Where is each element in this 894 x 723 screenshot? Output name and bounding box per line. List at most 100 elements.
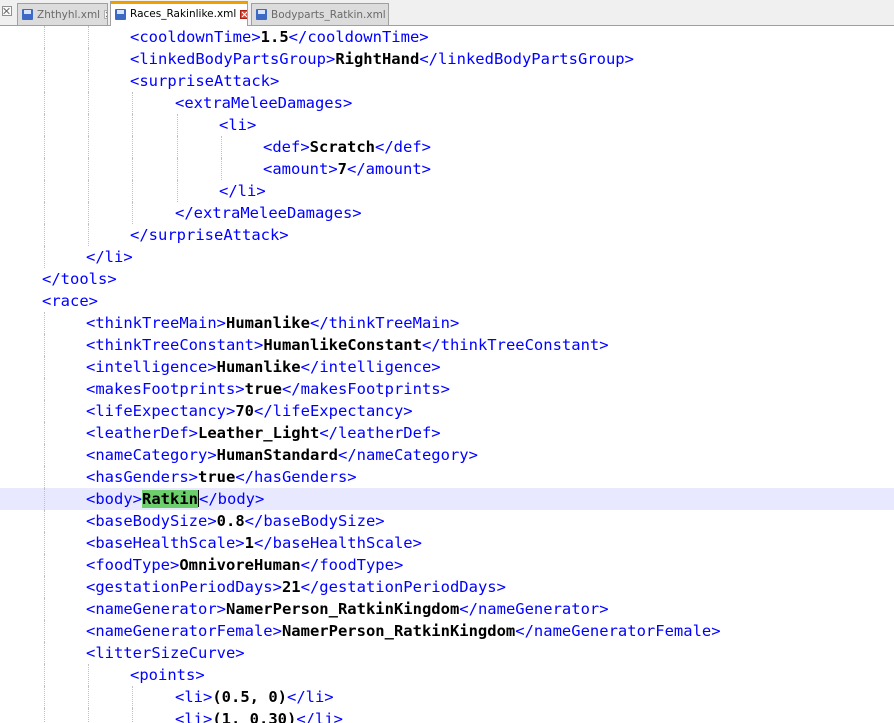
element-value: OmnivoreHuman (179, 556, 301, 574)
code-text: <def>Scratch</def> (263, 136, 431, 158)
code-line[interactable]: <litterSizeCurve> (0, 642, 894, 664)
code-line[interactable]: <nameCategory>HumanStandard</nameCategor… (0, 444, 894, 466)
open-tag: <nameGenerator> (86, 600, 226, 618)
open-tag: </li> (86, 248, 133, 266)
code-line[interactable]: <lifeExpectancy>70</lifeExpectancy> (0, 400, 894, 422)
code-line[interactable]: <li>(1, 0.30)</li> (0, 708, 894, 723)
code-line[interactable]: <points> (0, 664, 894, 686)
code-line[interactable]: <baseHealthScale>1</baseHealthScale> (0, 532, 894, 554)
element-value: HumanStandard (216, 446, 338, 464)
close-all-icon[interactable] (2, 6, 12, 16)
code-line[interactable]: <race> (0, 290, 894, 312)
open-tag: <cooldownTime> (130, 28, 261, 46)
indent-guide (221, 158, 222, 180)
code-text: <nameCategory>HumanStandard</nameCategor… (86, 444, 478, 466)
code-text: <gestationPeriodDays>21</gestationPeriod… (86, 576, 506, 598)
code-text: <baseBodySize>0.8</baseBodySize> (86, 510, 385, 532)
open-tag: <thinkTreeMain> (86, 314, 226, 332)
code-line[interactable]: <def>Scratch</def> (0, 136, 894, 158)
indent-guide (44, 158, 45, 180)
code-line[interactable]: <nameGenerator>NamerPerson_RatkinKingdom… (0, 598, 894, 620)
indent-guide (88, 664, 89, 686)
code-line[interactable]: <foodType>OmnivoreHuman</foodType> (0, 554, 894, 576)
code-line[interactable]: <intelligence>Humanlike</intelligence> (0, 356, 894, 378)
open-tag: </tools> (42, 270, 117, 288)
indent-guide (88, 70, 89, 92)
indent-guide (44, 708, 45, 723)
open-tag: <linkedBodyPartsGroup> (130, 50, 336, 68)
code-line[interactable]: <li>(0.5, 0)</li> (0, 686, 894, 708)
indent-guide (44, 48, 45, 70)
code-line[interactable]: <amount>7</amount> (0, 158, 894, 180)
code-line[interactable]: <surpriseAttack> (0, 70, 894, 92)
code-line[interactable]: </tools> (0, 268, 894, 290)
code-line[interactable]: </extraMeleeDamages> (0, 202, 894, 224)
code-line[interactable]: <leatherDef>Leather_Light</leatherDef> (0, 422, 894, 444)
tab-races-rakinlike[interactable]: Races_Rakinlike.xml (110, 1, 248, 26)
code-text: <intelligence>Humanlike</intelligence> (86, 356, 441, 378)
close-tag: </hasGenders> (235, 468, 357, 486)
code-line[interactable]: <thinkTreeMain>Humanlike</thinkTreeMain> (0, 312, 894, 334)
code-line[interactable]: <extraMeleeDamages> (0, 92, 894, 114)
element-value: true (244, 380, 282, 398)
code-text: <linkedBodyPartsGroup>RightHand</linkedB… (130, 48, 634, 70)
open-tag: <def> (263, 138, 310, 156)
close-tag: </baseBodySize> (244, 512, 385, 530)
indent-guide (132, 708, 133, 723)
code-text: <li> (219, 114, 256, 136)
element-value: 1 (244, 534, 254, 552)
indent-guide (177, 180, 178, 202)
code-line[interactable]: <hasGenders>true</hasGenders> (0, 466, 894, 488)
code-line[interactable]: <nameGeneratorFemale>NamerPerson_RatkinK… (0, 620, 894, 642)
tab-bodyparts-ratkin[interactable]: Bodyparts_Ratkin.xml (251, 3, 389, 25)
code-line[interactable]: <thinkTreeConstant>HumanlikeConstant</th… (0, 334, 894, 356)
open-tag: <intelligence> (86, 358, 217, 376)
element-value: 21 (281, 578, 301, 596)
code-line[interactable]: </surpriseAttack> (0, 224, 894, 246)
code-line[interactable]: </li> (0, 246, 894, 268)
code-line[interactable]: <linkedBodyPartsGroup>RightHand</linkedB… (0, 48, 894, 70)
open-tag: <amount> (263, 160, 338, 178)
code-line[interactable]: <baseBodySize>0.8</baseBodySize> (0, 510, 894, 532)
indent-guide (44, 378, 45, 400)
indent-guide (177, 158, 178, 180)
code-text: <thinkTreeConstant>HumanlikeConstant</th… (86, 334, 609, 356)
element-value: NamerPerson_RatkinKingdom (281, 622, 516, 640)
open-tag: <litterSizeCurve> (86, 644, 245, 662)
close-tag: </cooldownTime> (288, 28, 429, 46)
open-tag: <lifeExpectancy> (86, 402, 236, 420)
element-value: (0.5, 0) (212, 688, 287, 706)
open-tag: <li> (175, 710, 213, 723)
open-tag: <li> (175, 688, 213, 706)
code-line[interactable]: <makesFootprints>true</makesFootprints> (0, 378, 894, 400)
code-line[interactable]: <body>Ratkin</body> (0, 488, 894, 510)
code-text: </li> (86, 246, 133, 268)
code-line[interactable]: <cooldownTime>1.5</cooldownTime> (0, 26, 894, 48)
close-tag: </li> (286, 688, 334, 706)
tab-close-icon[interactable] (104, 10, 107, 19)
code-line[interactable]: <li> (0, 114, 894, 136)
indent-guide (177, 114, 178, 136)
tab-zhthyhl[interactable]: Zhthyhl.xml (17, 3, 108, 25)
code-line[interactable]: <gestationPeriodDays>21</gestationPeriod… (0, 576, 894, 598)
open-tag: </surpriseAttack> (130, 226, 289, 244)
open-tag: <nameCategory> (86, 446, 217, 464)
element-value: (1, 0.30) (212, 710, 297, 723)
code-text: <li>(0.5, 0)</li> (175, 686, 334, 708)
tab-close-icon[interactable] (240, 9, 247, 19)
indent-guide (221, 136, 222, 158)
close-tag: </body> (199, 490, 265, 508)
indent-guide (88, 224, 89, 246)
indent-guide (44, 180, 45, 202)
element-value: Humanlike (216, 358, 301, 376)
indent-guide (132, 92, 133, 114)
close-tag: </linkedBodyPartsGroup> (419, 50, 634, 68)
indent-guide (44, 246, 45, 268)
indent-guide (44, 26, 45, 48)
code-text: </surpriseAttack> (130, 224, 289, 246)
code-line[interactable]: </li> (0, 180, 894, 202)
code-text: <extraMeleeDamages> (175, 92, 352, 114)
indent-guide (44, 620, 45, 642)
code-editor[interactable]: <cooldownTime>1.5</cooldownTime> <linkedB… (0, 26, 894, 723)
indent-guide (44, 686, 45, 708)
